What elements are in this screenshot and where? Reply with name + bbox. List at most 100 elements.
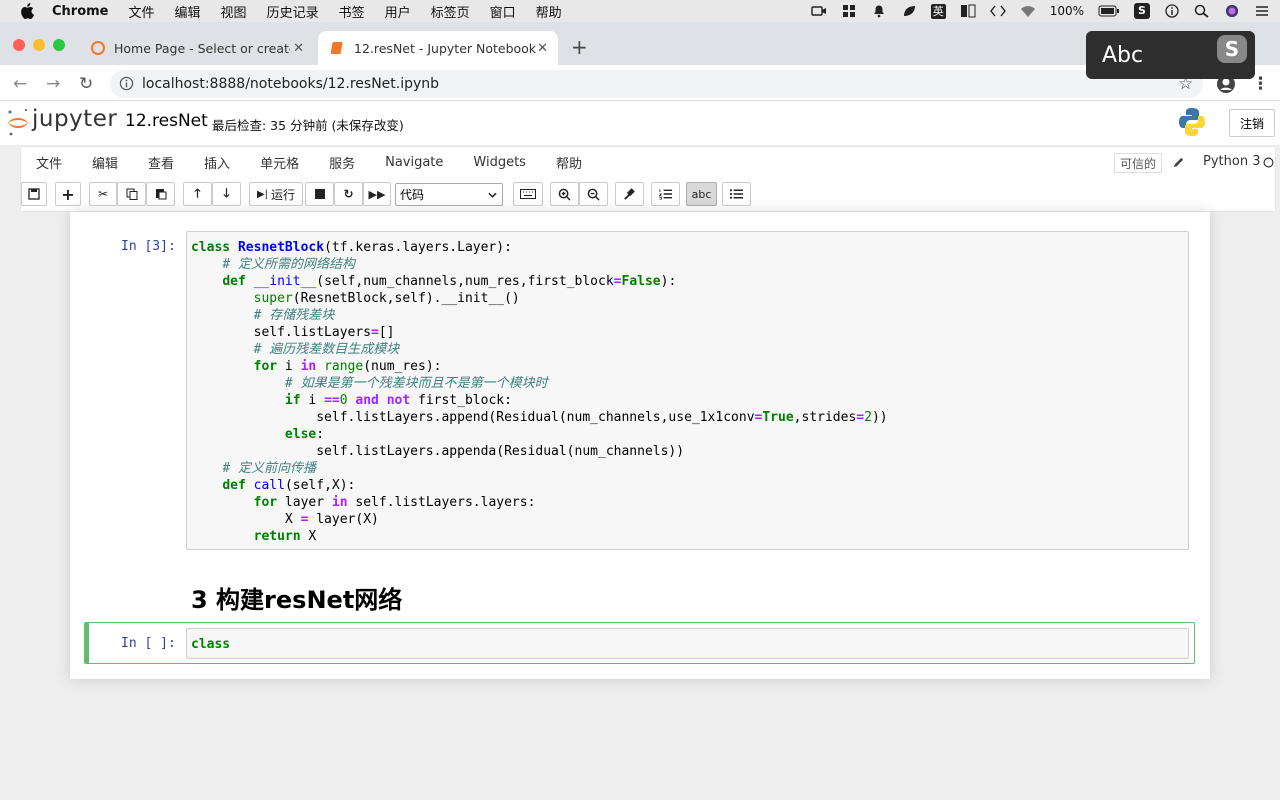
restart-run-all-button[interactable]: ▶▶: [363, 182, 391, 206]
menu-cell[interactable]: 单元格: [245, 153, 314, 172]
kernel-name[interactable]: Python 3: [1203, 154, 1260, 169]
code-editor-active[interactable]: class: [191, 636, 230, 653]
move-down-button[interactable]: 🡓: [212, 182, 241, 206]
command-palette-button[interactable]: [513, 182, 543, 206]
save-icon: [28, 188, 40, 200]
zoom-out-icon: [587, 188, 600, 201]
spotlight-search-icon[interactable]: [1194, 4, 1210, 18]
forward-icon[interactable]: →: [46, 74, 60, 94]
step-forward-icon: ▶|: [256, 188, 269, 200]
paste-icon: [155, 189, 166, 200]
spellcheck-button[interactable]: abc: [686, 182, 717, 206]
input-method-icon[interactable]: 英: [930, 3, 946, 19]
markdown-heading[interactable]: 3 构建resNet网络: [191, 580, 402, 615]
menu-kernel[interactable]: 服务: [314, 153, 370, 172]
maximize-window-button[interactable]: [53, 39, 65, 51]
jupyter-favicon-icon: [91, 41, 105, 55]
back-icon[interactable]: ←: [13, 74, 27, 94]
mac-menu-bookmarks[interactable]: 书签: [339, 2, 365, 21]
logout-button[interactable]: 注销: [1229, 109, 1275, 137]
copy-button[interactable]: [117, 182, 146, 206]
menu-help[interactable]: 帮助: [541, 153, 597, 172]
site-info-icon[interactable]: [119, 76, 134, 91]
mac-menu-view[interactable]: 视图: [221, 2, 247, 21]
mac-menu-edit[interactable]: 编辑: [175, 2, 201, 21]
empty-input-prompt: In [ ]:: [121, 636, 176, 651]
numbered-list-button[interactable]: [651, 182, 680, 206]
trusted-indicator[interactable]: 可信的: [1114, 153, 1163, 173]
zoom-in-button[interactable]: [550, 182, 579, 206]
code-cell[interactable]: class ResnetBlock(tf.keras.layers.Layer)…: [186, 231, 1189, 550]
mac-menu-history[interactable]: 历史记录: [267, 2, 319, 21]
apple-icon[interactable]: [20, 3, 34, 19]
edit-pencil-icon[interactable]: [1172, 156, 1185, 169]
new-tab-icon[interactable]: +: [571, 35, 588, 59]
zoom-in-icon: [558, 188, 571, 201]
mac-menu-help[interactable]: 帮助: [536, 2, 562, 21]
arrow-down-icon: 🡓: [223, 185, 230, 200]
empty-code-cell[interactable]: class: [186, 628, 1189, 659]
gavel-button[interactable]: [615, 182, 644, 206]
control-center-icon[interactable]: [1254, 4, 1270, 18]
toc-button[interactable]: [722, 182, 751, 206]
app-grid-icon[interactable]: [841, 4, 857, 18]
notification-icon[interactable]: [871, 4, 887, 18]
mac-menu-people[interactable]: 用户: [385, 2, 411, 21]
jupyter-logo-text[interactable]: jupyter: [32, 106, 117, 132]
menu-widgets[interactable]: Widgets: [458, 155, 541, 170]
jupyter-header: jupyter 12.resNet 最后检查: 35 分钟前 (未保存改变) 注…: [0, 101, 1280, 145]
s-app-icon[interactable]: S: [1134, 3, 1150, 19]
browser-tab-home[interactable]: Home Page - Select or create a ✕: [78, 31, 314, 65]
close-window-button[interactable]: [13, 39, 25, 51]
battery-icon[interactable]: [1098, 4, 1120, 18]
zoom-out-button[interactable]: [579, 182, 608, 206]
close-tab-icon[interactable]: ✕: [293, 41, 304, 56]
menu-navigate[interactable]: Navigate: [370, 155, 458, 170]
restart-button[interactable]: ↻: [334, 182, 363, 206]
paste-button[interactable]: [146, 182, 175, 206]
mac-menu-tab[interactable]: 标签页: [431, 2, 470, 21]
translate-icon[interactable]: [960, 4, 976, 18]
notebook-name[interactable]: 12.resNet: [125, 111, 208, 131]
tab-title-notebook: 12.resNet - Jupyter Notebook: [354, 40, 537, 56]
menu-edit[interactable]: 编辑: [77, 153, 133, 172]
insert-cell-button[interactable]: +: [55, 182, 81, 206]
cut-button[interactable]: ✂: [89, 182, 117, 206]
move-up-button[interactable]: 🡑: [183, 182, 212, 206]
info-icon[interactable]: [1164, 4, 1180, 18]
mac-menu-window[interactable]: 窗口: [490, 2, 516, 21]
notebook-favicon-icon: [330, 42, 343, 54]
reload-icon[interactable]: ↻: [79, 74, 93, 94]
menu-file[interactable]: 文件: [21, 153, 77, 172]
checkpoint-status: 最后检查: 35 分钟前 (未保存改变): [212, 118, 404, 133]
chrome-menu-icon[interactable]: ⋮: [1252, 74, 1269, 94]
code-brackets-icon[interactable]: [989, 4, 1006, 18]
minimize-window-button[interactable]: [33, 39, 45, 51]
close-tab-icon[interactable]: ✕: [537, 41, 548, 56]
jupyter-logo-icon[interactable]: [6, 107, 30, 137]
python-logo-icon: [1179, 108, 1205, 136]
mac-menu-app[interactable]: Chrome: [52, 4, 109, 19]
cell-type-select[interactable]: 代码: [395, 183, 503, 206]
save-button[interactable]: [21, 182, 47, 206]
menu-insert[interactable]: 插入: [189, 153, 245, 172]
kernel-status-icon: [1263, 157, 1274, 168]
spellcheck-icon: abc: [691, 187, 712, 201]
mac-menu-file[interactable]: 文件: [129, 2, 155, 21]
overlay-text: Abc: [1102, 42, 1144, 68]
restart-icon: ↻: [343, 187, 354, 201]
ime-overlay: Abc S: [1086, 31, 1255, 79]
browser-tab-notebook[interactable]: 12.resNet - Jupyter Notebook ✕: [318, 31, 558, 65]
cell-type-value: 代码: [400, 188, 425, 202]
leaf-icon[interactable]: [901, 4, 917, 18]
menu-view[interactable]: 查看: [133, 153, 189, 172]
address-bar[interactable]: localhost:8888/notebooks/12.resNet.ipynb: [110, 70, 1203, 98]
wifi-icon[interactable]: [1020, 4, 1036, 18]
s-logo-icon: S: [1217, 35, 1247, 63]
code-editor[interactable]: class ResnetBlock(tf.keras.layers.Layer)…: [191, 239, 888, 545]
arrow-up-icon: 🡑: [194, 185, 201, 200]
interrupt-button[interactable]: [305, 182, 334, 206]
run-button[interactable]: ▶| 运行: [249, 182, 303, 206]
siri-icon[interactable]: [1224, 4, 1240, 18]
screen-record-icon[interactable]: [810, 4, 827, 18]
